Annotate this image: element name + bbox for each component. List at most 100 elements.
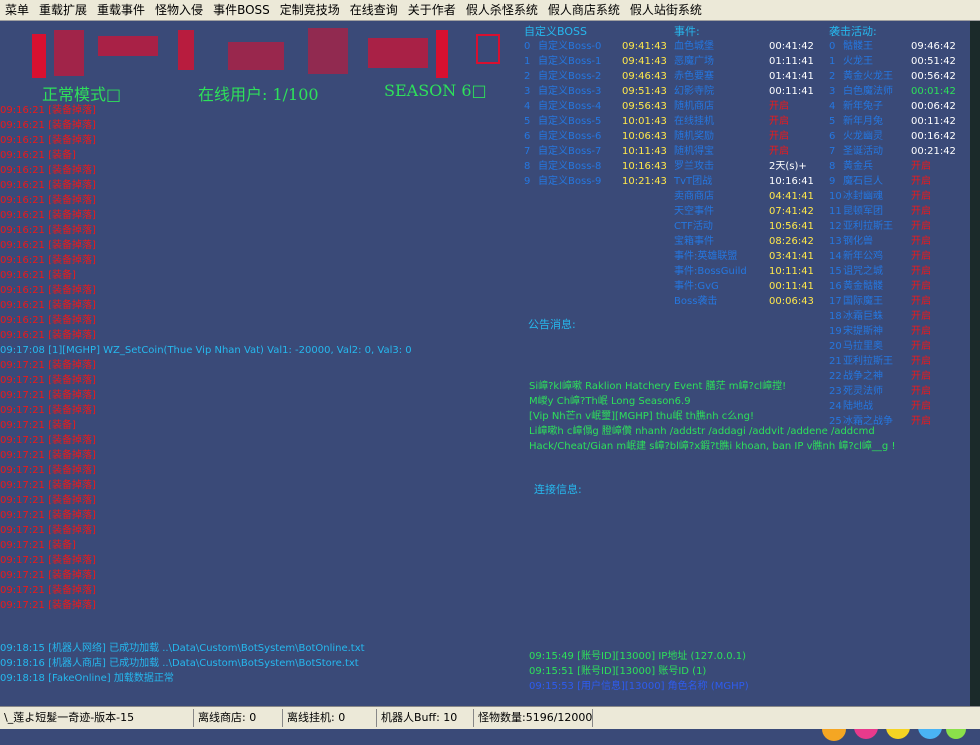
menu-item[interactable]: 关于作者 — [403, 0, 461, 20]
announce-line: [Vip Nh芒n v岷璽][MGHP] thu岷 th膲nh c么ng! — [529, 411, 754, 422]
invasion-index: 16 — [829, 281, 842, 292]
invasion-index: 11 — [829, 206, 842, 217]
invasion-row: 15 诅咒之城 开启 — [829, 264, 956, 279]
event-time: 00:06:43 — [769, 296, 814, 307]
log-line: 09:17:21 [装备掉落] — [0, 525, 96, 536]
log-line: 09:17:21 [装备掉落] — [0, 360, 96, 371]
event-name: 随机奖励 — [674, 131, 714, 142]
event-row: 随机商店 开启 — [674, 99, 814, 114]
menu-item[interactable]: 怪物入侵 — [150, 0, 208, 20]
console-area: 正常模式□ 在线用户: 1/100 SEASON 6□ 09:16:21 [装备… — [0, 21, 970, 741]
connection-log: 09:15:49 [账号ID][13000] IP地址 (127.0.0.1) 0… — [529, 649, 749, 694]
invasion-row: 0 骷髅王 09:46:42 — [829, 39, 956, 54]
invasion-time: 开启 — [911, 356, 931, 367]
invasion-time: 开启 — [911, 206, 931, 217]
boss-name: 自定义Boss-0 — [538, 41, 602, 52]
event-row: 罗兰攻击 2天(s)+ — [674, 159, 814, 174]
invasion-index: 4 — [829, 101, 836, 112]
invasion-row: 17 国际魔王 开启 — [829, 294, 956, 309]
invasion-row: 7 圣诞活动 00:21:42 — [829, 144, 956, 159]
menu-item[interactable]: 假人杀怪系统 — [461, 0, 543, 20]
event-name: 天空事件 — [674, 206, 714, 217]
invasion-name: 魔石巨人 — [843, 176, 883, 187]
invasion-time: 开启 — [911, 296, 931, 307]
log-line: 09:17:21 [装备掉落] — [0, 480, 96, 491]
invasion-name: 冰霜巨蛛 — [843, 311, 883, 322]
invasion-time: 开启 — [911, 326, 931, 337]
menu-item[interactable]: 重载事件 — [92, 0, 150, 20]
status-bar: \_莲よ短髮一奇迹-版本-15 离线商店: 0 离线挂机: 0 机器人Buff: 10… — [0, 706, 980, 729]
log-line: 09:17:21 [装备掉落] — [0, 450, 96, 461]
event-row: 恶魔广场 01:11:41 — [674, 54, 814, 69]
log-line: 09:17:21 [装备掉落] — [0, 570, 96, 581]
event-time: 开启 — [769, 101, 789, 112]
invasion-row: 10 冰封幽魂 开启 — [829, 189, 956, 204]
event-row: 事件:英雄联盟 03:41:41 — [674, 249, 814, 264]
log-line: 09:17:21 [装备掉落] — [0, 600, 96, 611]
event-time: 00:41:42 — [769, 41, 814, 52]
invasion-name: 诅咒之城 — [843, 266, 883, 277]
vertical-scrollbar[interactable] — [970, 21, 980, 706]
event-name: 罗兰攻击 — [674, 161, 714, 172]
status-pane: \_莲よ短髮一奇迹-版本-15 — [0, 709, 194, 727]
invasion-time: 开启 — [911, 401, 931, 412]
invasion-time: 开启 — [911, 266, 931, 277]
invasion-name: 圣诞活动 — [843, 146, 883, 157]
invasion-row: 11 昆顿军团 开启 — [829, 204, 956, 219]
boss-row: 5 自定义Boss-5 10:01:43 — [524, 114, 667, 129]
invasion-index: 18 — [829, 311, 842, 322]
boss-name: 自定义Boss-3 — [538, 86, 602, 97]
announce-line: Hack/Cheat/Gian m岷建 s嶂?bl嶂?x鍜?t膲i khoan,… — [529, 441, 896, 452]
event-row: 幻影寺院 00:11:41 — [674, 84, 814, 99]
invasion-time: 开启 — [911, 221, 931, 232]
connection-line: 09:15:51 [账号ID][13000] 账号ID (1) — [529, 666, 707, 677]
boss-row: 2 自定义Boss-2 09:46:43 — [524, 69, 667, 84]
invasion-name: 火龙王 — [843, 56, 873, 67]
boss-title: 自定义BOSS — [524, 25, 587, 38]
invasion-index: 9 — [829, 176, 836, 187]
connection-line: 09:15:49 [账号ID][13000] IP地址 (127.0.0.1) — [529, 651, 747, 662]
event-time: 04:41:41 — [769, 191, 814, 202]
log-line: 09:17:21 [装备掉落] — [0, 510, 96, 521]
log-line: 09:17:21 [装备掉落] — [0, 465, 96, 476]
invasion-index: 19 — [829, 326, 842, 337]
invasion-row: 4 新年兔子 00:06:42 — [829, 99, 956, 114]
invasion-row: 12 亚利拉斯王 开启 — [829, 219, 956, 234]
boss-name: 自定义Boss-2 — [538, 71, 602, 82]
log-line: 09:17:21 [装备掉落] — [0, 390, 96, 401]
invasion-name: 昆顿军团 — [843, 206, 883, 217]
boss-time: 10:21:43 — [622, 176, 667, 187]
invasion-time: 00:16:42 — [911, 131, 956, 142]
event-row: 卖商商店 04:41:41 — [674, 189, 814, 204]
menu-item[interactable]: 重载扩展 — [34, 0, 92, 20]
log-line: 09:16:21 [装备掉落] — [0, 300, 96, 311]
event-name: 赤色要塞 — [674, 71, 714, 82]
invasion-time: 开启 — [911, 236, 931, 247]
boss-row: 7 自定义Boss-7 10:11:43 — [524, 144, 667, 159]
invasion-time: 00:11:42 — [911, 116, 956, 127]
event-time: 01:11:41 — [769, 56, 814, 67]
event-time: 07:41:42 — [769, 206, 814, 217]
event-name: 随机得宝 — [674, 146, 714, 157]
event-name: 随机商店 — [674, 101, 714, 112]
invasion-time: 00:21:42 — [911, 146, 956, 157]
events-title: 事件: — [674, 25, 700, 38]
invasion-index: 12 — [829, 221, 842, 232]
boss-time: 10:16:43 — [622, 161, 667, 172]
menu-item[interactable]: 假人商店系统 — [543, 0, 625, 20]
announce-title: 公告消息: — [528, 318, 576, 331]
menu-item[interactable]: 事件BOSS — [208, 0, 275, 20]
event-name: CTF活动 — [674, 221, 713, 232]
menu-item[interactable]: 定制竞技场 — [275, 0, 345, 20]
event-time: 2天(s)+ — [769, 161, 807, 172]
invasion-index: 0 — [829, 41, 836, 52]
invasion-name: 火龙幽灵 — [843, 131, 883, 142]
menu-item[interactable]: 在线查询 — [345, 0, 403, 20]
invasion-time: 开启 — [911, 416, 931, 427]
invasion-time: 00:01:42 — [911, 86, 956, 97]
invasion-name: 新年兔子 — [843, 101, 883, 112]
log-line: 09:16:21 [装备掉落] — [0, 210, 96, 221]
log-line: 09:16:21 [装备掉落] — [0, 165, 96, 176]
menu-item[interactable]: 假人站街系统 — [625, 0, 707, 20]
menu-item[interactable]: 菜单 — [0, 0, 34, 20]
